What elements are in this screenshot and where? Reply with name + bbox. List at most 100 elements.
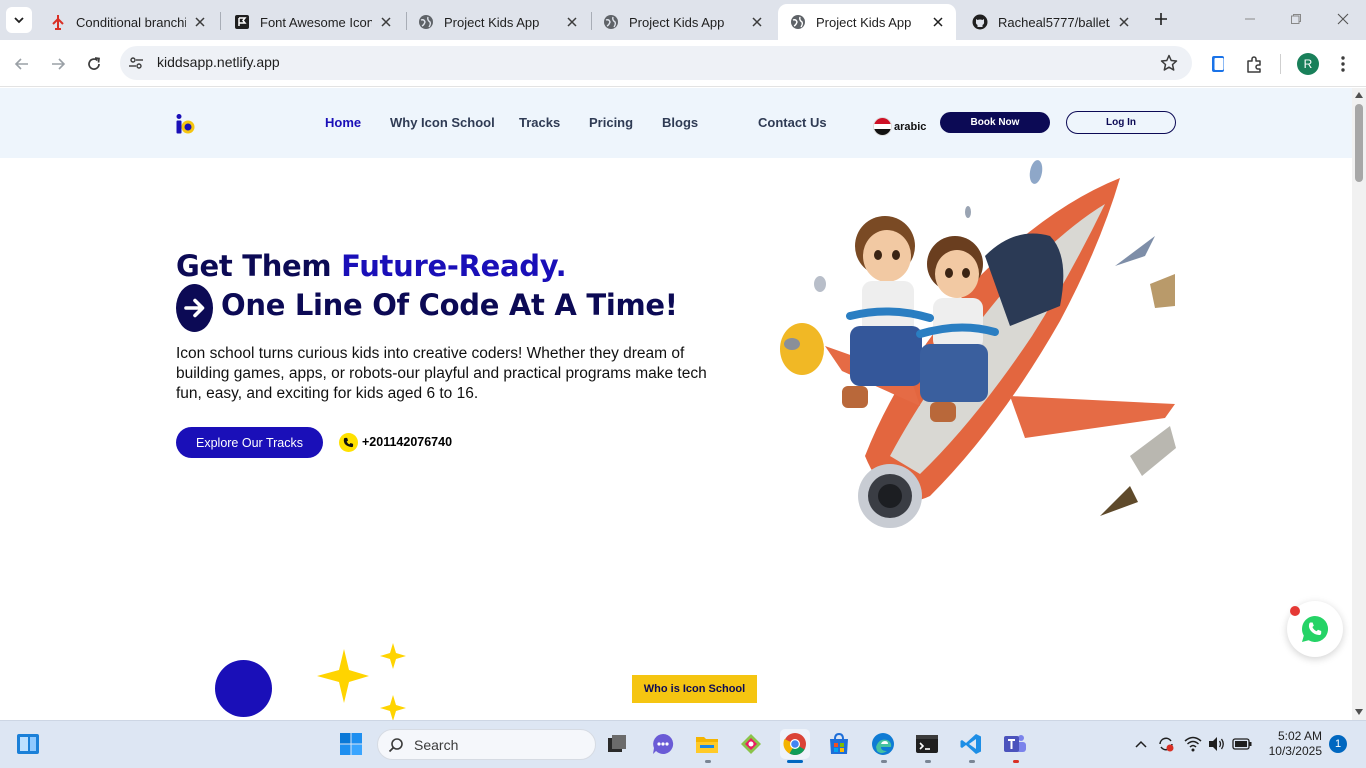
edge-button[interactable]	[868, 729, 898, 759]
close-tab-icon[interactable]	[564, 14, 580, 30]
chrome-icon	[783, 733, 806, 755]
chrome-taskbar-button[interactable]	[780, 729, 810, 759]
browser-tab[interactable]: Project Kids App	[591, 4, 775, 40]
site-navbar: Home Why Icon School Tracks Pricing Blog…	[0, 88, 1352, 158]
task-view-button[interactable]	[602, 729, 632, 759]
book-now-button[interactable]: Book Now	[940, 112, 1050, 133]
chat-app-button[interactable]	[648, 729, 678, 759]
logo-icon	[176, 114, 195, 134]
edge-icon	[872, 733, 894, 755]
explore-tracks-button[interactable]: Explore Our Tracks	[176, 427, 323, 458]
scrollbar-thumb[interactable]	[1355, 104, 1363, 182]
chat-icon	[653, 733, 674, 754]
gitkraken-icon	[741, 734, 761, 754]
nav-link-tracks[interactable]: Tracks	[519, 115, 560, 130]
arrow-right-icon	[176, 284, 213, 332]
close-tab-icon[interactable]	[192, 14, 208, 30]
address-bar[interactable]: kiddsapp.netlify.app	[120, 46, 1192, 80]
hero-illustration	[770, 156, 1180, 536]
nav-link-home[interactable]: Home	[325, 115, 361, 130]
taskbar-search[interactable]: Search	[377, 729, 596, 760]
egypt-flag-icon	[873, 117, 892, 136]
globe-icon	[790, 14, 806, 30]
wifi-icon[interactable]	[1183, 734, 1203, 754]
nav-link-why-icon-school[interactable]: Why Icon School	[390, 115, 495, 130]
sync-icon[interactable]	[1156, 734, 1176, 754]
chevron-down-icon	[14, 17, 24, 24]
clock-date: 10/3/2025	[1268, 744, 1322, 758]
file-explorer-button[interactable]	[692, 729, 722, 759]
attention-indicator	[1013, 760, 1019, 763]
close-tab-icon[interactable]	[749, 14, 765, 30]
phone-number[interactable]: +201142076740	[362, 435, 452, 449]
nav-link-pricing[interactable]: Pricing	[589, 115, 633, 130]
forward-button[interactable]	[46, 52, 70, 76]
close-icon	[1337, 13, 1349, 25]
extensions-button[interactable]	[1242, 52, 1266, 76]
git-app-button[interactable]	[736, 729, 766, 759]
browser-tab[interactable]: Font Awesome Icons	[222, 4, 404, 40]
bookmark-star-icon[interactable]	[1160, 54, 1178, 72]
language-switcher[interactable]: arabic	[873, 117, 926, 136]
page-scrollbar[interactable]	[1352, 88, 1366, 720]
close-window-button[interactable]	[1332, 8, 1354, 30]
widgets-button[interactable]	[13, 729, 43, 759]
back-button[interactable]	[10, 52, 34, 76]
folder-icon	[696, 737, 718, 753]
minimize-button[interactable]	[1239, 8, 1261, 30]
notification-badge[interactable]: 1	[1329, 735, 1347, 753]
arrow-right-icon	[52, 58, 66, 70]
terminal-icon	[916, 735, 938, 753]
browser-menu-button[interactable]	[1331, 52, 1355, 76]
teams-icon	[1004, 735, 1026, 752]
new-tab-button[interactable]	[1150, 8, 1172, 30]
terminal-button[interactable]	[912, 729, 942, 759]
tab-title: Conditional branching	[76, 14, 186, 30]
running-indicator	[925, 760, 931, 763]
running-indicator	[705, 760, 711, 763]
close-tab-icon[interactable]	[378, 14, 394, 30]
restore-button[interactable]	[1285, 8, 1307, 30]
whatsapp-icon	[1302, 616, 1329, 642]
start-button[interactable]	[336, 729, 366, 759]
volume-icon[interactable]	[1207, 734, 1227, 754]
running-indicator	[881, 760, 887, 763]
reload-icon	[88, 57, 100, 70]
tab-search-button[interactable]	[6, 7, 32, 33]
vscode-button[interactable]	[956, 729, 986, 759]
active-indicator	[787, 760, 803, 763]
arrow-left-icon	[14, 58, 28, 70]
browser-tab[interactable]: Racheal5777/balletApp	[960, 4, 1142, 40]
hero-headline-accent: Future-Ready.	[341, 249, 567, 283]
login-button[interactable]: Log In	[1066, 111, 1176, 134]
scroll-up-arrow-icon[interactable]	[1354, 90, 1364, 100]
site-settings-icon[interactable]	[128, 55, 144, 71]
site-logo[interactable]	[174, 113, 196, 135]
nav-link-blogs[interactable]: Blogs	[662, 115, 698, 130]
browser-tab[interactable]: Conditional branching	[38, 4, 218, 40]
system-clock[interactable]: 5:02 AM 10/3/2025	[1258, 729, 1322, 759]
store-button[interactable]	[824, 729, 854, 759]
scroll-down-arrow-icon[interactable]	[1354, 707, 1364, 717]
profile-avatar[interactable]: R	[1297, 53, 1319, 75]
sparkles-icon	[315, 643, 415, 720]
battery-icon[interactable]	[1232, 734, 1252, 754]
section-badge: Who is Icon School	[632, 675, 757, 703]
tab-title: Project Kids App	[629, 14, 725, 30]
nav-link-contact-us[interactable]: Contact Us	[758, 115, 827, 130]
browser-tab-active[interactable]: Project Kids App	[778, 4, 956, 40]
close-tab-icon[interactable]	[1116, 14, 1132, 30]
teams-button[interactable]	[1000, 729, 1030, 759]
search-icon	[388, 738, 403, 753]
browser-tab[interactable]: Project Kids App	[406, 4, 590, 40]
decorative-circle	[215, 660, 272, 717]
hero-headline: Get Them Future-Ready.	[176, 249, 567, 283]
reading-mode-button[interactable]	[1206, 52, 1230, 76]
reload-button[interactable]	[82, 52, 106, 76]
vscode-icon	[960, 734, 981, 754]
running-indicator	[969, 760, 975, 763]
browser-tab-strip: Conditional branching Font Awesome Icons…	[0, 0, 1366, 40]
url-text[interactable]: kiddsapp.netlify.app	[157, 54, 280, 70]
show-hidden-icons-chevron-up-icon[interactable]	[1131, 734, 1151, 754]
close-tab-icon[interactable]	[930, 14, 946, 30]
